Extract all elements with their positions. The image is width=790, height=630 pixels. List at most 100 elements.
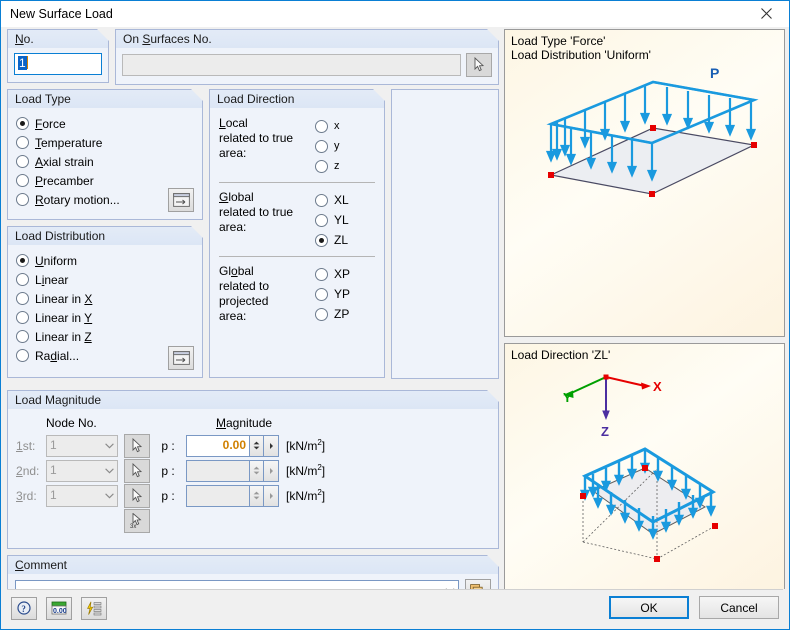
svg-text:3x: 3x: [130, 524, 136, 529]
no-label-accel: N: [15, 32, 24, 46]
direction-global-true-block: Global related to true area: XL YL ZL: [219, 190, 375, 250]
radio-linear-in-y-indicator: [16, 311, 29, 324]
spinner-up-icon: [253, 466, 260, 470]
help-button[interactable]: ?: [11, 597, 37, 620]
radio-force[interactable]: Force: [16, 114, 194, 133]
node-select-2[interactable]: 1: [46, 459, 118, 482]
load-direction-group: Load Direction Local related to true area…: [209, 89, 385, 378]
radio-dir-xp[interactable]: XP: [315, 264, 375, 284]
close-icon: [761, 8, 772, 19]
quick-settings-button[interactable]: [81, 597, 107, 620]
radio-dir-z[interactable]: z: [315, 156, 375, 176]
magnitude-dropdown-1[interactable]: [264, 434, 279, 457]
units-icon: 0.00: [51, 601, 67, 615]
magnitude-spinner-3[interactable]: [250, 484, 264, 507]
radio-precamber-label: Precamber: [35, 173, 94, 188]
pick-three-nodes-button[interactable]: 3x: [124, 509, 150, 533]
radio-dir-z-indicator: [315, 159, 328, 173]
chevron-down-icon: [105, 492, 114, 498]
spinner-down-icon: [253, 446, 260, 450]
radio-dir-zl[interactable]: ZL: [315, 230, 375, 250]
direction-local-block: Local related to true area: x y z: [219, 116, 375, 176]
pick-three-nodes-icon: 3x: [130, 513, 142, 529]
magnitude-input-2[interactable]: [186, 459, 250, 482]
radio-dir-x-label: x: [334, 120, 340, 132]
radio-dir-y-label: y: [334, 140, 340, 152]
direction-global-projected-caption: Global related to projected area:: [219, 264, 270, 323]
cancel-button[interactable]: Cancel: [699, 596, 779, 619]
radio-linear-in-x[interactable]: Linear in X: [16, 289, 194, 308]
pick-node-button-1[interactable]: [124, 433, 150, 458]
radio-dir-y[interactable]: y: [315, 136, 375, 156]
row-2-ordinal: 2nd:: [16, 463, 40, 478]
radio-dir-xl-label: XL: [334, 193, 349, 207]
preview-load-type: Load Type 'Force' Load Distribution 'Uni…: [504, 29, 785, 337]
pick-surfaces-button[interactable]: [466, 53, 492, 77]
row-2-p-label: p :: [161, 463, 175, 478]
node-select-2-value: 1: [50, 463, 57, 477]
load-distribution-group: Load Distribution Uniform Linear Linear …: [7, 226, 203, 378]
radio-dir-xl[interactable]: XL: [315, 190, 375, 210]
new-surface-load-dialog: New Surface Load No. 1 On Surfaces No. L…: [0, 0, 790, 630]
radio-linear-in-y[interactable]: Linear in Y: [16, 308, 194, 327]
magnitude-input-3[interactable]: [186, 484, 250, 507]
axis-y-label: Y: [563, 390, 572, 405]
radio-dir-zp-indicator: [315, 307, 328, 321]
radio-uniform-indicator: [16, 254, 29, 267]
radio-dir-x[interactable]: x: [315, 116, 375, 136]
comment-header: Comment: [7, 555, 499, 574]
ok-button[interactable]: OK: [609, 596, 689, 619]
no-input[interactable]: 1: [14, 53, 102, 75]
node-select-1[interactable]: 1: [46, 434, 118, 457]
surfaces-group-header: On Surfaces No.: [115, 29, 499, 48]
pick-node-button-2[interactable]: [124, 458, 150, 483]
axis-x-label: X: [653, 379, 662, 394]
magnitude-row-3: 3rd: 1 p : [kN/m2]: [16, 483, 490, 508]
radio-radial-label: Radial...: [35, 348, 80, 363]
pick-node-button-3[interactable]: [124, 483, 150, 508]
radio-uniform-label: Uniform: [35, 253, 78, 268]
radio-rotary-motion-label: Rotary motion...: [35, 192, 120, 207]
magnitude-spinner-2[interactable]: [250, 459, 264, 482]
window-title: New Surface Load: [10, 7, 113, 21]
radio-dir-yl[interactable]: YL: [315, 210, 375, 230]
footer-toolbar: ? 0.00: [11, 597, 107, 620]
radio-temperature[interactable]: Temperature: [16, 133, 194, 152]
radio-dir-zp[interactable]: ZP: [315, 304, 375, 324]
footer-buttons: OK Cancel: [609, 596, 779, 619]
chevron-right-icon: [269, 492, 273, 499]
radio-dir-y-indicator: [315, 139, 328, 153]
title-bar: New Surface Load: [1, 1, 789, 27]
surfaces-input[interactable]: [122, 54, 461, 76]
units-button[interactable]: 0.00: [46, 597, 72, 620]
magnitude-row-2: 2nd: 1 p : [kN/m2]: [16, 458, 490, 483]
radio-dir-xl-indicator: [315, 193, 328, 207]
radio-force-label: Force: [35, 116, 66, 131]
preview-load-direction-caption: Load Direction 'ZL': [511, 348, 611, 362]
no-group: No. 1: [7, 29, 109, 85]
load-symbol-p: P: [710, 65, 719, 81]
load-direction-header: Load Direction: [209, 89, 385, 108]
radio-linear-in-x-indicator: [16, 292, 29, 305]
radio-axial-strain[interactable]: Axial strain: [16, 152, 194, 171]
radio-dir-yp[interactable]: YP: [315, 284, 375, 304]
radio-uniform[interactable]: Uniform: [16, 251, 194, 270]
spinner-down-icon: [253, 496, 260, 500]
radio-linear[interactable]: Linear: [16, 270, 194, 289]
magnitude-dropdown-2[interactable]: [264, 459, 279, 482]
radio-dir-xp-indicator: [315, 267, 328, 281]
magnitude-spinner-1[interactable]: [250, 434, 264, 457]
radial-dialog-button[interactable]: [168, 346, 194, 370]
radio-linear-in-z[interactable]: Linear in Z: [16, 327, 194, 346]
chevron-right-icon: [269, 442, 273, 449]
pick-cursor-icon: [474, 57, 484, 72]
radio-temperature-label: Temperature: [35, 135, 103, 150]
rotary-motion-dialog-button[interactable]: [168, 188, 194, 212]
node-select-3[interactable]: 1: [46, 484, 118, 507]
close-button[interactable]: [744, 1, 789, 26]
magnitude-input-1[interactable]: 0.00: [186, 434, 250, 457]
axis-z-label: Z: [601, 424, 609, 439]
footer-divider: [7, 589, 783, 590]
magnitude-dropdown-3[interactable]: [264, 484, 279, 507]
pick-cursor-icon: [132, 487, 142, 502]
